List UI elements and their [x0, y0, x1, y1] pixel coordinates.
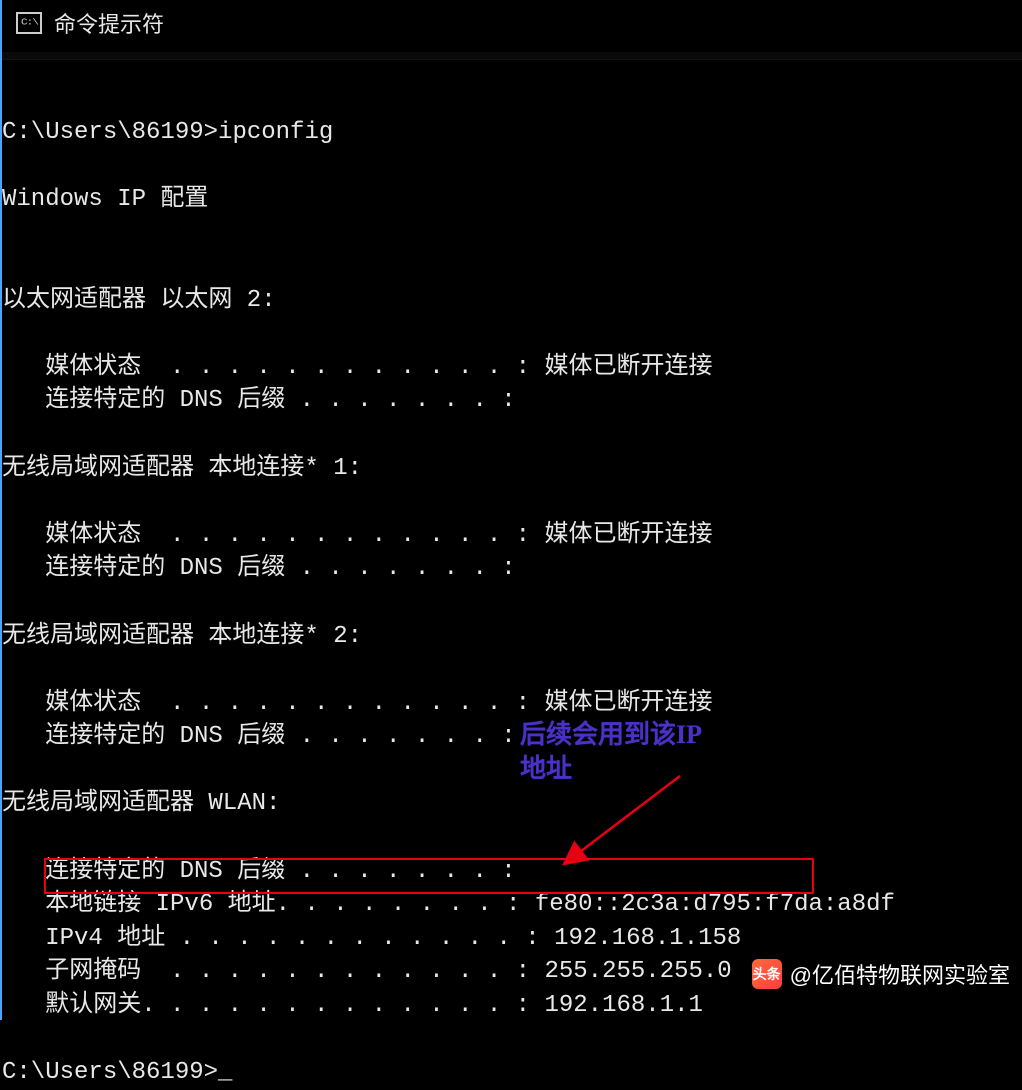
output-line: 连接特定的 DNS 后缀 . . . . . . . :: [2, 555, 516, 582]
output-line: 连接特定的 DNS 后缀 . . . . . . . :: [2, 387, 516, 414]
output-line: 本地链接 IPv6 地址. . . . . . . . : fe80::2c3a…: [2, 891, 895, 918]
adapter-title: 无线局域网适配器 WLAN:: [2, 790, 280, 817]
prompt-line: C:\Users\86199>_: [2, 1059, 232, 1086]
annotation-text: 后续会用到该IP 地址: [520, 718, 702, 786]
cmd-icon: C:\.: [16, 12, 42, 34]
prompt-line: C:\Users\86199>ipconfig: [2, 119, 333, 146]
window-title: 命令提示符: [54, 7, 164, 39]
watermark-text: @亿佰特物联网实验室: [790, 958, 1010, 990]
title-divider: [2, 52, 1022, 60]
output-header: Windows IP 配置: [2, 186, 208, 213]
terminal-output[interactable]: C:\Users\86199>ipconfig Windows IP 配置 以太…: [2, 82, 1022, 1090]
output-line: 子网掩码 . . . . . . . . . . . . : 255.255.2…: [2, 958, 732, 985]
adapter-title: 以太网适配器 以太网 2:: [2, 287, 276, 314]
adapter-title: 无线局域网适配器 本地连接* 2:: [2, 623, 362, 650]
watermark: 头条 @亿佰特物联网实验室: [752, 958, 1010, 990]
output-ipv4-line: IPv4 地址 . . . . . . . . . . . . : 192.16…: [2, 925, 741, 952]
output-line: 媒体状态 . . . . . . . . . . . . : 媒体已断开连接: [2, 522, 712, 549]
adapter-title: 无线局域网适配器 本地连接* 1:: [2, 455, 362, 482]
output-line: 媒体状态 . . . . . . . . . . . . : 媒体已断开连接: [2, 690, 712, 717]
output-line: 默认网关. . . . . . . . . . . . . : 192.168.…: [2, 992, 703, 1019]
title-bar[interactable]: C:\. 命令提示符: [0, 0, 1022, 45]
output-line: 媒体状态 . . . . . . . . . . . . : 媒体已断开连接: [2, 354, 712, 381]
output-line: 连接特定的 DNS 后缀 . . . . . . . :: [2, 723, 516, 750]
highlight-ipv4-box: [44, 858, 814, 894]
toutiao-logo-icon: 头条: [752, 959, 782, 989]
